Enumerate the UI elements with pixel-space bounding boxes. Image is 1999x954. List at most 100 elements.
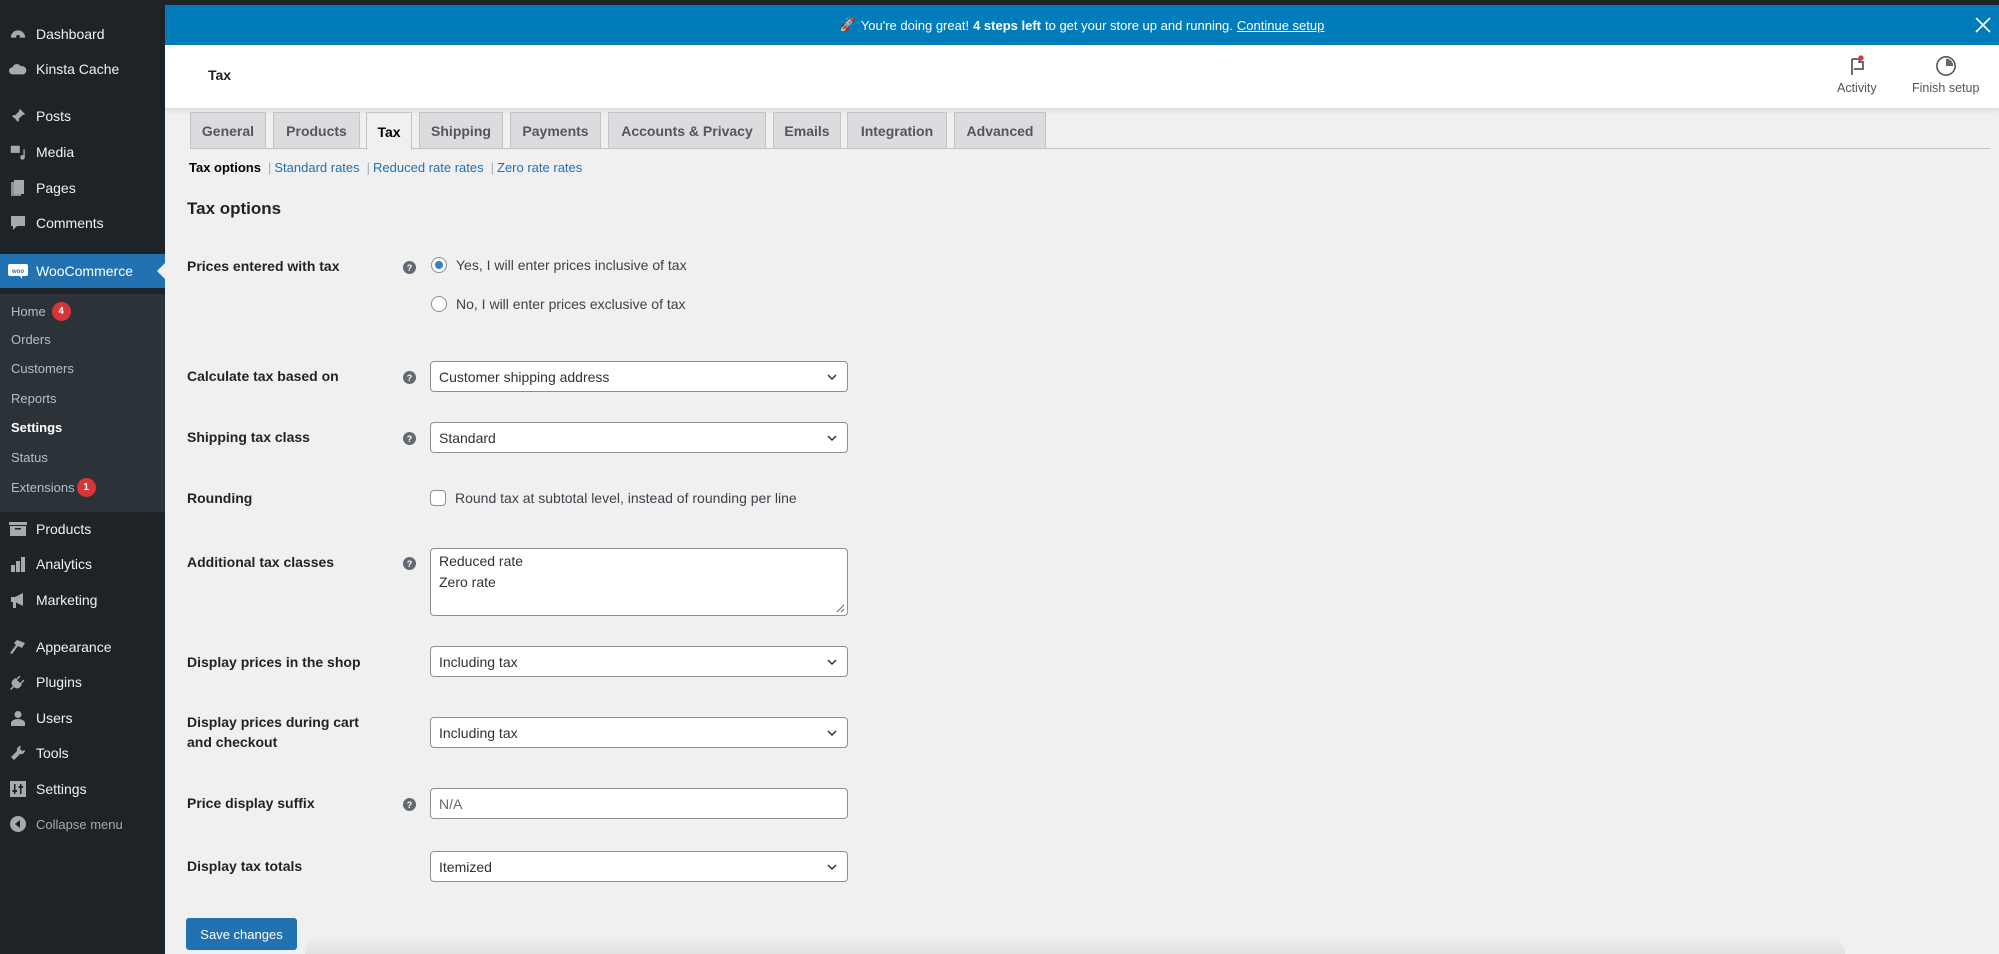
display-tax-totals-select[interactable]: Itemized [430,851,848,882]
notice-text-after: to get your store up and running. [1045,17,1233,33]
rounding-label: Rounding [187,490,253,506]
sidebar-item-appearance[interactable]: Appearance [0,630,165,664]
subsection-standard-rates[interactable]: Standard rates [274,160,359,175]
rounding-checkbox[interactable]: Round tax at subtotal level, instead of … [430,490,797,506]
sidebar-item-analytics[interactable]: Analytics [0,547,165,581]
prices-exclusive-radio[interactable]: No, I will enter prices exclusive of tax [431,296,686,312]
price-suffix-label: Price display suffix [187,795,315,811]
select-value: Including tax [439,653,518,670]
select-value: Standard [439,429,496,446]
display-prices-cart-select[interactable]: Including tax [430,717,848,748]
submenu-item-customers[interactable]: Customers [11,361,74,376]
save-changes-button[interactable]: Save changes [186,918,297,950]
select-value: Customer shipping address [439,368,610,385]
setup-notice-banner: 🚀 You're doing great! 4 steps left to ge… [165,5,1999,45]
display-prices-shop-select[interactable]: Including tax [430,646,848,677]
sidebar-item-label: Analytics [36,556,93,572]
sidebar-item-label: Posts [36,108,72,124]
continue-setup-link[interactable]: Continue setup [1237,18,1324,33]
sidebar-item-label: Settings [36,781,87,797]
sidebar-item-marketing[interactable]: Marketing [0,583,165,617]
sidebar-item-posts[interactable]: Posts [0,99,165,133]
collapse-menu-button[interactable]: Collapse menu [0,807,165,841]
sidebar-item-products[interactable]: Products [0,512,165,546]
wrench-icon [8,743,28,763]
display-prices-cart-label: Display prices during cart and checkout [187,712,359,752]
sidebar-item-woocommerce[interactable]: woo WooCommerce [0,254,165,288]
sidebar-item-settings[interactable]: Settings [0,772,165,806]
radio-checked[interactable] [431,257,447,273]
sidebar-item-users[interactable]: Users [0,701,165,735]
pin-icon [8,106,28,126]
tab-advanced[interactable]: Advanced [954,112,1046,148]
submenu-item-extensions[interactable]: Extensions 1 [11,478,96,497]
submenu-item-settings[interactable]: Settings [11,420,62,435]
help-tip-icon[interactable]: ? [403,798,416,811]
calculate-tax-select[interactable]: Customer shipping address [430,361,848,392]
main-content: 🚀 You're doing great! 4 steps left to ge… [165,0,1999,954]
additional-tax-classes-textarea[interactable]: Reduced rate Zero rate [430,548,848,616]
close-icon[interactable] [1971,13,1995,37]
sidebar-item-label: Products [36,521,92,537]
tab-accounts-privacy[interactable]: Accounts & Privacy [608,112,766,148]
tab-emails[interactable]: Emails [773,112,841,148]
help-tip-icon[interactable]: ? [403,432,416,445]
woo-icon: woo [8,261,28,281]
tab-tax[interactable]: Tax [366,112,412,150]
sidebar-item-media[interactable]: Media [0,135,165,169]
submenu-item-status[interactable]: Status [11,450,48,465]
bottom-shadow [305,935,1845,954]
tab-products[interactable]: Products [273,112,360,148]
woocommerce-submenu: Home 4 Orders Customers Reports Settings… [0,294,165,512]
textarea-line: Reduced rate [439,553,524,569]
activity-button[interactable]: Activity [1837,55,1877,95]
sidebar-item-label: Kinsta Cache [36,61,120,77]
radio-label: No, I will enter prices exclusive of tax [456,296,686,312]
shipping-tax-class-select[interactable]: Standard [430,422,848,453]
finish-setup-button[interactable]: Finish setup [1912,55,1979,95]
tab-general[interactable]: General [190,112,266,148]
cloud-icon [8,59,28,79]
sidebar-item-label: Dashboard [36,26,105,42]
separator: | [267,160,272,175]
sidebar-item-label: Tools [36,745,69,761]
sidebar-item-label: Media [36,144,75,160]
shipping-tax-class-label: Shipping tax class [187,429,310,445]
sidebar-item-kinsta-cache[interactable]: Kinsta Cache [0,52,165,86]
display-tax-totals-label: Display tax totals [187,858,303,874]
submenu-item-label: Status [11,450,48,465]
help-tip-icon[interactable]: ? [403,557,416,570]
dashboard-icon [8,24,28,44]
help-tip-icon[interactable]: ? [403,371,416,384]
archive-icon [8,519,28,539]
section-title: Tax options [187,199,282,218]
tab-shipping[interactable]: Shipping [419,112,503,148]
resize-grip-icon[interactable] [836,604,845,613]
submenu-item-reports[interactable]: Reports [11,391,57,406]
submenu-item-home[interactable]: Home 4 [11,302,71,321]
chevron-down-icon [827,730,837,737]
activity-label: Activity [1837,81,1877,95]
select-value: Itemized [439,858,492,875]
radio-label: Yes, I will enter prices inclusive of ta… [456,257,687,273]
pages-icon [8,178,28,198]
tab-payments[interactable]: Payments [510,112,601,148]
tab-integration[interactable]: Integration [847,112,947,148]
sidebar-item-comments[interactable]: Comments [0,206,165,240]
checkbox-box[interactable] [430,490,446,506]
subsection-zero-rate-rates[interactable]: Zero rate rates [497,160,582,175]
submenu-item-orders[interactable]: Orders [11,332,51,347]
help-tip-icon[interactable]: ? [403,261,416,274]
rocket-icon: 🚀 [839,17,856,32]
comment-icon [8,213,28,233]
sidebar-item-pages[interactable]: Pages [0,171,165,205]
radio-unchecked[interactable] [431,296,447,312]
prices-entered-label: Prices entered with tax [187,258,340,274]
sidebar-item-tools[interactable]: Tools [0,736,165,770]
prices-inclusive-radio[interactable]: Yes, I will enter prices inclusive of ta… [431,257,687,273]
subsection-tax-options[interactable]: Tax options [189,160,261,175]
subsection-reduced-rate-rates[interactable]: Reduced rate rates [373,160,484,175]
sidebar-item-plugins[interactable]: Plugins [0,665,165,699]
price-suffix-input[interactable]: N/A [430,788,848,819]
sidebar-item-dashboard[interactable]: Dashboard [0,17,165,51]
